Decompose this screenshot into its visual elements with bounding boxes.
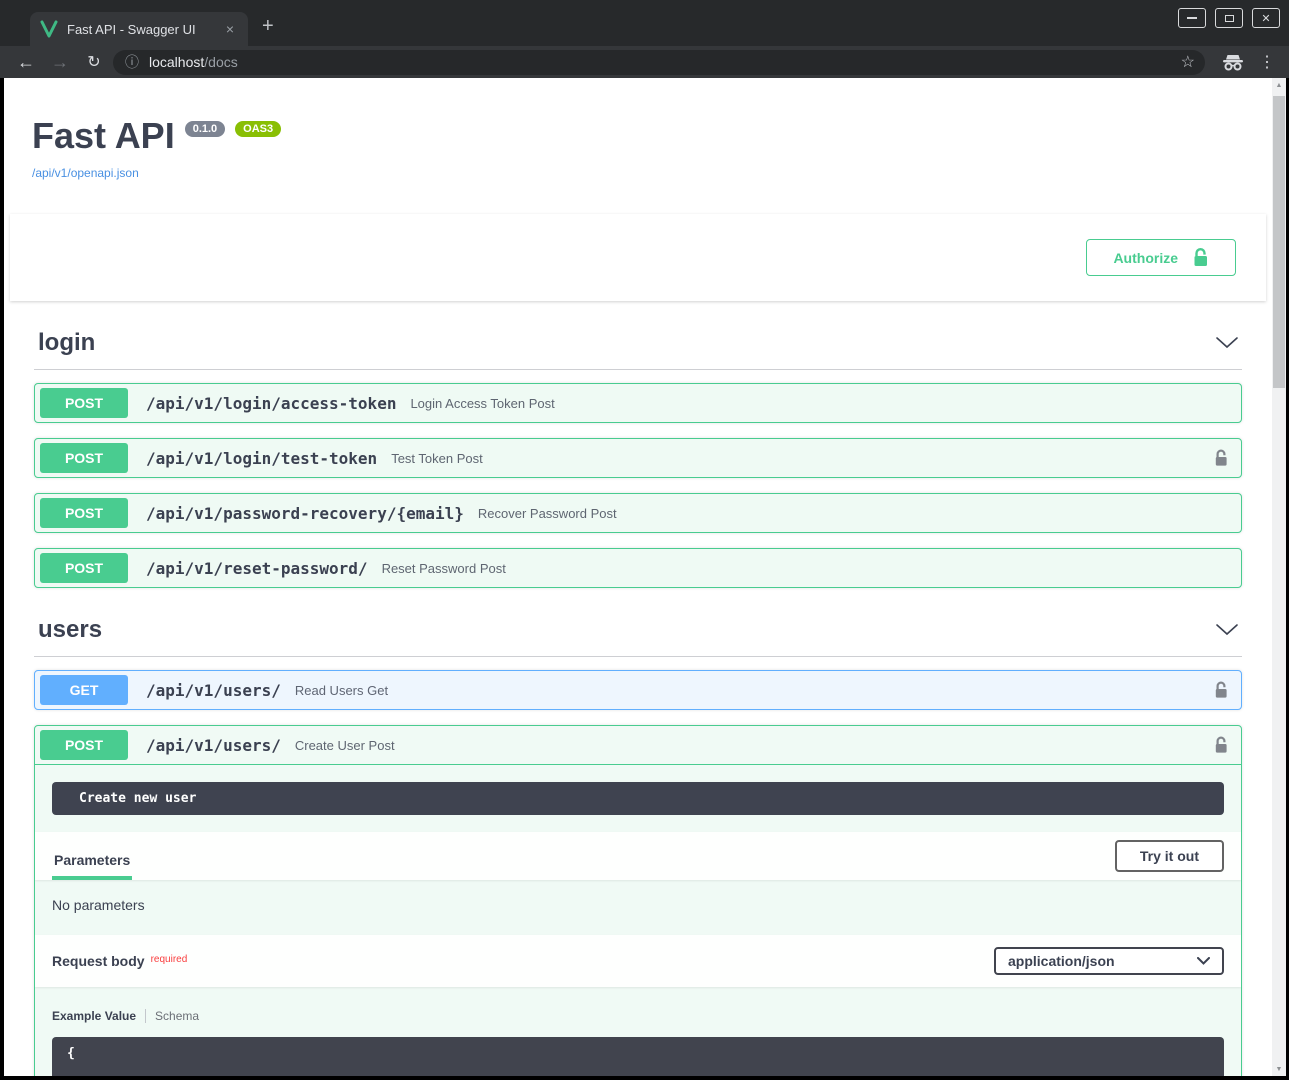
forward-button[interactable]: → xyxy=(46,46,74,78)
endpoint-row-password-recovery[interactable]: POST /api/v1/password-recovery/{email} R… xyxy=(34,493,1242,533)
unlock-icon xyxy=(1213,681,1229,699)
page-viewport: Fast API 0.1.0 OAS3 /api/v1/openapi.json… xyxy=(4,78,1272,1076)
scrollbar-thumb[interactable] xyxy=(1273,96,1285,388)
parameters-header: Parameters Try it out xyxy=(35,832,1241,880)
endpoint-description: Login Access Token Post xyxy=(410,396,554,411)
endpoint-row-test-token[interactable]: POST /api/v1/login/test-token Test Token… xyxy=(34,438,1242,478)
unlock-icon xyxy=(1192,248,1209,267)
favicon-icon xyxy=(40,20,58,38)
authorize-label: Authorize xyxy=(1113,250,1178,266)
method-badge: POST xyxy=(40,443,128,473)
minimize-button[interactable] xyxy=(1178,8,1206,28)
address-bar[interactable]: ⓘ localhost /docs ☆ xyxy=(113,50,1205,75)
title-bar: Fast API - Swagger UI × + ✕ xyxy=(0,0,1289,46)
bookmark-star-icon[interactable]: ☆ xyxy=(1181,52,1195,72)
example-code-block[interactable]: { xyxy=(52,1037,1224,1076)
section-login: login POST /api/v1/login/access-token Lo… xyxy=(4,329,1272,588)
media-type-select[interactable]: application/json xyxy=(994,947,1224,975)
endpoint-path: /api/v1/password-recovery/{email} xyxy=(146,504,464,523)
media-type-value: application/json xyxy=(1008,953,1115,969)
browser-window: Fast API - Swagger UI × + ✕ ← → ↻ ⓘ loca… xyxy=(0,0,1289,1080)
endpoint-description: Create User Post xyxy=(295,738,395,753)
model-example-tabs: Example Value Schema xyxy=(35,987,1241,1023)
endpoint-block-create-user: POST /api/v1/users/ Create User Post Cre… xyxy=(34,725,1242,1076)
try-it-out-button[interactable]: Try it out xyxy=(1115,840,1224,872)
version-badge: 0.1.0 xyxy=(185,121,225,137)
method-badge: POST xyxy=(40,388,128,418)
method-badge: GET xyxy=(40,675,128,705)
request-body-label: Request body required xyxy=(52,953,187,969)
openapi-spec-link[interactable]: /api/v1/openapi.json xyxy=(32,166,139,180)
auth-lock-button[interactable] xyxy=(1213,449,1229,467)
tab-close-icon[interactable]: × xyxy=(222,21,238,37)
endpoint-path: /api/v1/login/access-token xyxy=(146,394,396,413)
minimize-icon xyxy=(1187,17,1197,19)
auth-lock-button[interactable] xyxy=(1213,681,1229,699)
endpoint-description: Recover Password Post xyxy=(478,506,617,521)
endpoint-description: Reset Password Post xyxy=(382,561,506,576)
unlock-icon xyxy=(1213,449,1229,467)
section-users: users GET /api/v1/users/ Read Users Get xyxy=(4,616,1272,1076)
auth-lock-button[interactable] xyxy=(1213,736,1229,754)
required-label: required xyxy=(151,954,188,965)
method-badge: POST xyxy=(40,553,128,583)
scheme-container: Authorize xyxy=(10,214,1266,301)
maximize-button[interactable] xyxy=(1215,8,1243,28)
scroll-up-arrow[interactable]: ▲ xyxy=(1272,78,1286,92)
section-title: users xyxy=(38,616,102,644)
api-info: Fast API 0.1.0 OAS3 /api/v1/openapi.json xyxy=(4,78,1272,182)
window-controls: ✕ xyxy=(1178,8,1280,28)
tab-title: Fast API - Swagger UI xyxy=(67,22,222,37)
maximize-icon xyxy=(1225,15,1234,22)
tab-schema[interactable]: Schema xyxy=(155,1009,199,1023)
reload-button[interactable]: ↻ xyxy=(80,46,108,78)
tab-example-value[interactable]: Example Value xyxy=(52,1009,136,1023)
scroll-down-arrow[interactable]: ▼ xyxy=(1272,1062,1286,1076)
section-users-header[interactable]: users xyxy=(34,616,1242,657)
no-parameters-text: No parameters xyxy=(35,880,1241,930)
close-icon: ✕ xyxy=(1261,12,1270,25)
unlock-icon xyxy=(1213,736,1229,754)
request-body-text: Request body xyxy=(52,953,145,969)
new-tab-button[interactable]: + xyxy=(262,16,274,36)
request-body-header: Request body required application/json xyxy=(35,935,1241,987)
chevron-down-icon[interactable] xyxy=(1216,624,1238,636)
tab-parameters[interactable]: Parameters xyxy=(52,838,132,880)
section-login-header[interactable]: login xyxy=(34,329,1242,370)
site-info-icon[interactable]: ⓘ xyxy=(125,52,139,72)
chevron-down-icon[interactable] xyxy=(1216,337,1238,349)
oas3-badge: OAS3 xyxy=(235,121,281,137)
url-path: /docs xyxy=(204,54,237,70)
endpoint-path: /api/v1/login/test-token xyxy=(146,449,377,468)
endpoint-row-access-token[interactable]: POST /api/v1/login/access-token Login Ac… xyxy=(34,383,1242,423)
endpoint-row-create-user[interactable]: POST /api/v1/users/ Create User Post xyxy=(35,726,1241,765)
tab-divider xyxy=(145,1009,146,1023)
close-button[interactable]: ✕ xyxy=(1252,8,1280,28)
endpoint-path: /api/v1/users/ xyxy=(146,681,281,700)
endpoint-row-reset-password[interactable]: POST /api/v1/reset-password/ Reset Passw… xyxy=(34,548,1242,588)
method-badge: POST xyxy=(40,730,128,760)
back-button[interactable]: ← xyxy=(12,46,40,78)
page-title: Fast API xyxy=(32,116,175,156)
operation-description: Create new user xyxy=(52,782,1224,815)
method-badge: POST xyxy=(40,498,128,528)
section-title: login xyxy=(38,329,95,357)
endpoint-row-read-users[interactable]: GET /api/v1/users/ Read Users Get xyxy=(34,670,1242,710)
endpoint-path: /api/v1/users/ xyxy=(146,736,281,755)
page-scrollbar[interactable]: ▲ ▼ xyxy=(1272,78,1286,1076)
endpoint-description: Read Users Get xyxy=(295,683,388,698)
browser-toolbar: ← → ↻ ⓘ localhost /docs ☆ ⋮ xyxy=(0,46,1289,78)
authorize-button[interactable]: Authorize xyxy=(1086,239,1236,276)
url-host: localhost xyxy=(149,54,204,70)
browser-tab[interactable]: Fast API - Swagger UI × xyxy=(30,12,248,46)
endpoint-description: Test Token Post xyxy=(391,451,483,466)
chevron-down-icon xyxy=(1197,957,1210,965)
incognito-icon xyxy=(1221,54,1245,71)
browser-menu-icon[interactable]: ⋮ xyxy=(1259,46,1275,78)
endpoint-path: /api/v1/reset-password/ xyxy=(146,559,368,578)
